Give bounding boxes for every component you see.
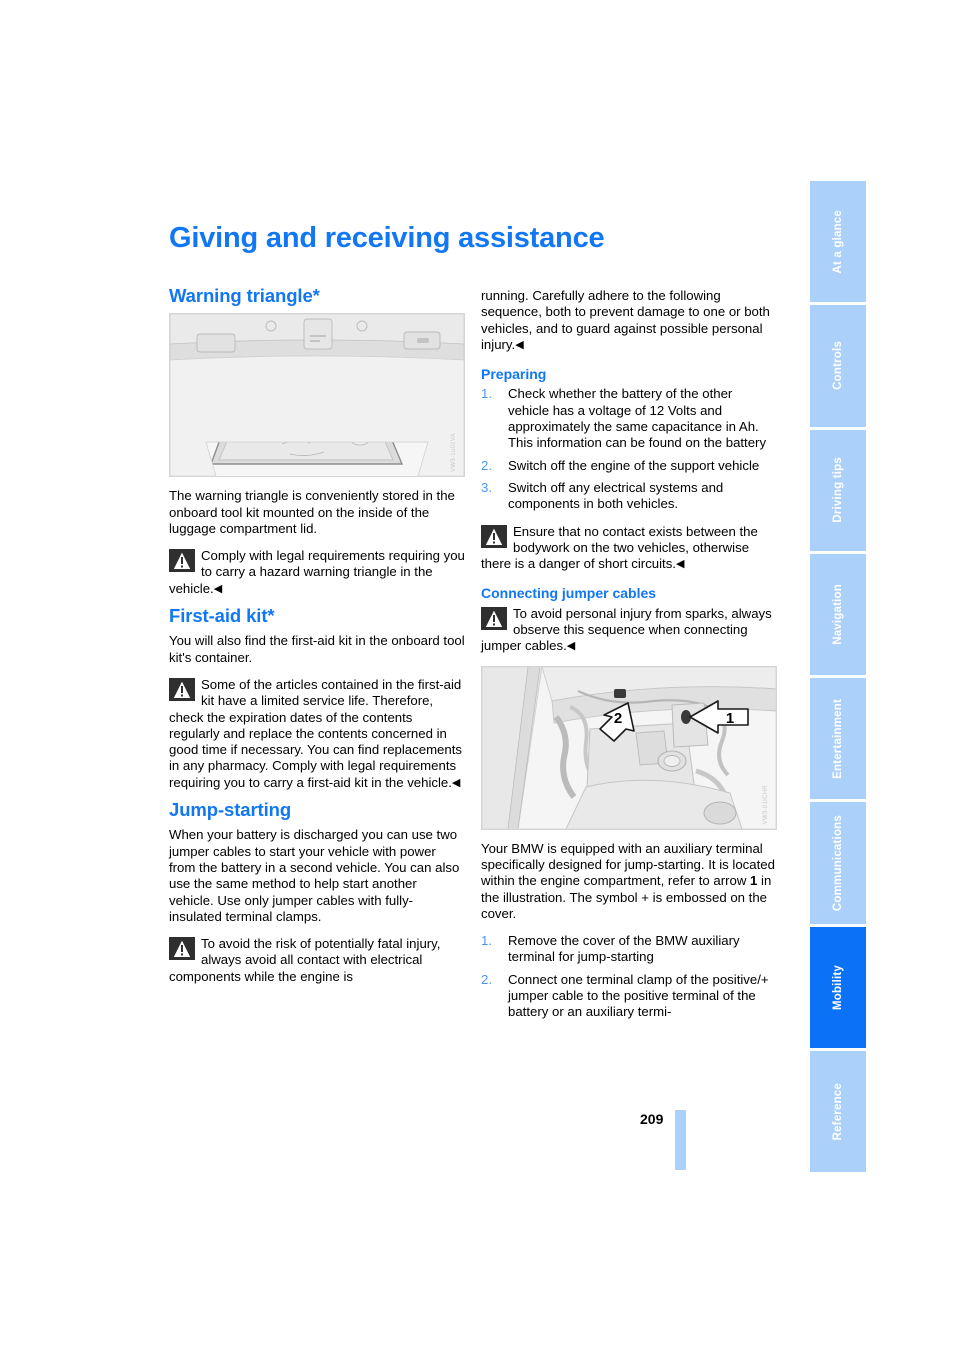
warning-triangle-body: The warning triangle is conveniently sto…	[169, 488, 455, 536]
figure-arrow-1-label: 1	[726, 710, 734, 727]
list-item: 2. Connect one terminal clamp of the pos…	[481, 972, 777, 1021]
figure-code: VW3-01ICHR	[762, 785, 769, 825]
section-heading-warning-triangle: Warning triangle*	[169, 285, 320, 306]
figure-code: VW3-1u01VA	[450, 433, 457, 473]
tab-label: Entertainment	[832, 698, 844, 779]
end-of-note-marker: ◀	[451, 776, 461, 789]
tab-label: Communications	[832, 814, 844, 911]
step-text: Connect one terminal clamp of the positi…	[508, 971, 769, 1020]
subsection-heading-connecting-jumper-cables: Connecting jumper cables	[481, 585, 657, 602]
warning-note-hazard-triangle: Comply with legal requirements requiring…	[169, 548, 465, 597]
step-text: Remove the cover of the BMW auxiliary te…	[508, 933, 740, 965]
list-item: 1. Remove the cover of the BMW auxiliary…	[481, 933, 777, 966]
first-aid-kit-body: You will also find the first-aid kit in …	[169, 633, 465, 665]
tab-reference[interactable]: Reference	[810, 1050, 866, 1172]
warning-note-no-contact: Ensure that no contact exists between th…	[481, 524, 777, 573]
step-text: Switch off any electrical systems and co…	[508, 479, 724, 512]
tab-at-a-glance[interactable]: At a glance	[810, 181, 866, 303]
end-of-note-marker: ◀	[675, 558, 685, 571]
end-of-note-marker: ◀	[515, 338, 524, 351]
body-text-a: Your BMW is equipped with an auxiliary t…	[481, 840, 775, 889]
list-item: 3. Switch off any electrical systems and…	[481, 480, 777, 513]
step-number: 2.	[481, 457, 492, 473]
tab-label: At a glance	[832, 209, 844, 274]
figure-engine-compartment-auxiliary-terminal: 1 2 VW3-01ICHR	[481, 665, 777, 830]
tab-label: Reference	[832, 1082, 844, 1141]
end-of-note-marker: ◀	[566, 640, 576, 653]
note-continuation-text: running. Carefully adhere to the followi…	[481, 288, 770, 352]
section-heading-first-aid-kit: First-aid kit*	[169, 605, 275, 627]
end-of-note-marker: ◀	[213, 582, 223, 595]
warning-triangle-icon	[169, 549, 195, 573]
list-item: 1. Check whether the battery of the othe…	[481, 386, 777, 451]
tab-mobility[interactable]: Mobility	[810, 926, 866, 1048]
list-item: 2. Switch off the engine of the support …	[481, 458, 777, 474]
step-text: Switch off the engine of the support veh…	[508, 457, 760, 473]
warning-note-jump-starting: To avoid the risk of potentially fatal i…	[169, 936, 465, 985]
tab-controls[interactable]: Controls	[810, 305, 866, 427]
tab-communications[interactable]: Communications	[810, 802, 866, 924]
note-continuation: running. Carefully adhere to the followi…	[481, 288, 777, 353]
step-number: 1.	[481, 386, 492, 402]
tab-label: Navigation	[832, 583, 844, 645]
warning-note-jumper-sequence: To avoid personal injury from sparks, al…	[481, 606, 777, 655]
index-tab-strip: At a glance Controls Driving tips Naviga…	[810, 181, 866, 1172]
warning-note-text: To avoid personal injury from sparks, al…	[481, 605, 772, 654]
page-number-rule	[675, 1110, 686, 1170]
section-heading-jump-starting: Jump-starting	[169, 799, 292, 821]
page-title: Giving and receiving assistance	[169, 222, 605, 254]
warning-note-text: Ensure that no contact exists between th…	[481, 523, 758, 572]
preparing-steps-list: 1. Check whether the battery of the othe…	[481, 386, 777, 512]
tab-driving-tips[interactable]: Driving tips	[810, 429, 866, 551]
subsection-heading-preparing: Preparing	[481, 366, 547, 383]
right-column: running. Carefully adhere to the followi…	[481, 288, 777, 1032]
left-column: Warning triangle* VW3-1u01VA The warning…	[169, 285, 465, 996]
step-number: 3.	[481, 479, 492, 495]
tab-entertainment[interactable]: Entertainment	[810, 678, 866, 800]
luggage-compartment-illustration	[170, 314, 464, 477]
step-text: Check whether the battery of the other v…	[508, 386, 767, 451]
figure-arrow-2-label: 2	[614, 710, 622, 727]
tab-label: Mobility	[832, 964, 844, 1010]
step-number: 1.	[481, 933, 492, 949]
figure-luggage-compartment-tool-kit: VW3-1u01VA	[169, 313, 465, 478]
warning-note-first-aid-kit: Some of the articles contained in the fi…	[169, 677, 465, 791]
warning-triangle-icon	[481, 606, 507, 630]
tab-navigation[interactable]: Navigation	[810, 553, 866, 675]
engine-compartment-illustration: 1 2	[482, 666, 776, 829]
step-number: 2.	[481, 971, 492, 987]
auxiliary-terminal-body: Your BMW is equipped with an auxiliary t…	[481, 841, 777, 922]
warning-triangle-icon	[169, 937, 195, 961]
warning-note-text: Some of the articles contained in the fi…	[169, 676, 462, 790]
page-number: 209	[640, 1111, 664, 1127]
warning-triangle-icon	[169, 677, 195, 701]
tab-label: Controls	[832, 341, 844, 391]
jump-starting-body: When your battery is discharged you can …	[169, 827, 460, 924]
warning-triangle-icon	[481, 524, 507, 548]
tab-label: Driving tips	[832, 457, 844, 523]
connecting-steps-list: 1. Remove the cover of the BMW auxiliary…	[481, 933, 777, 1020]
warning-note-text: To avoid the risk of potentially fatal i…	[169, 936, 441, 984]
